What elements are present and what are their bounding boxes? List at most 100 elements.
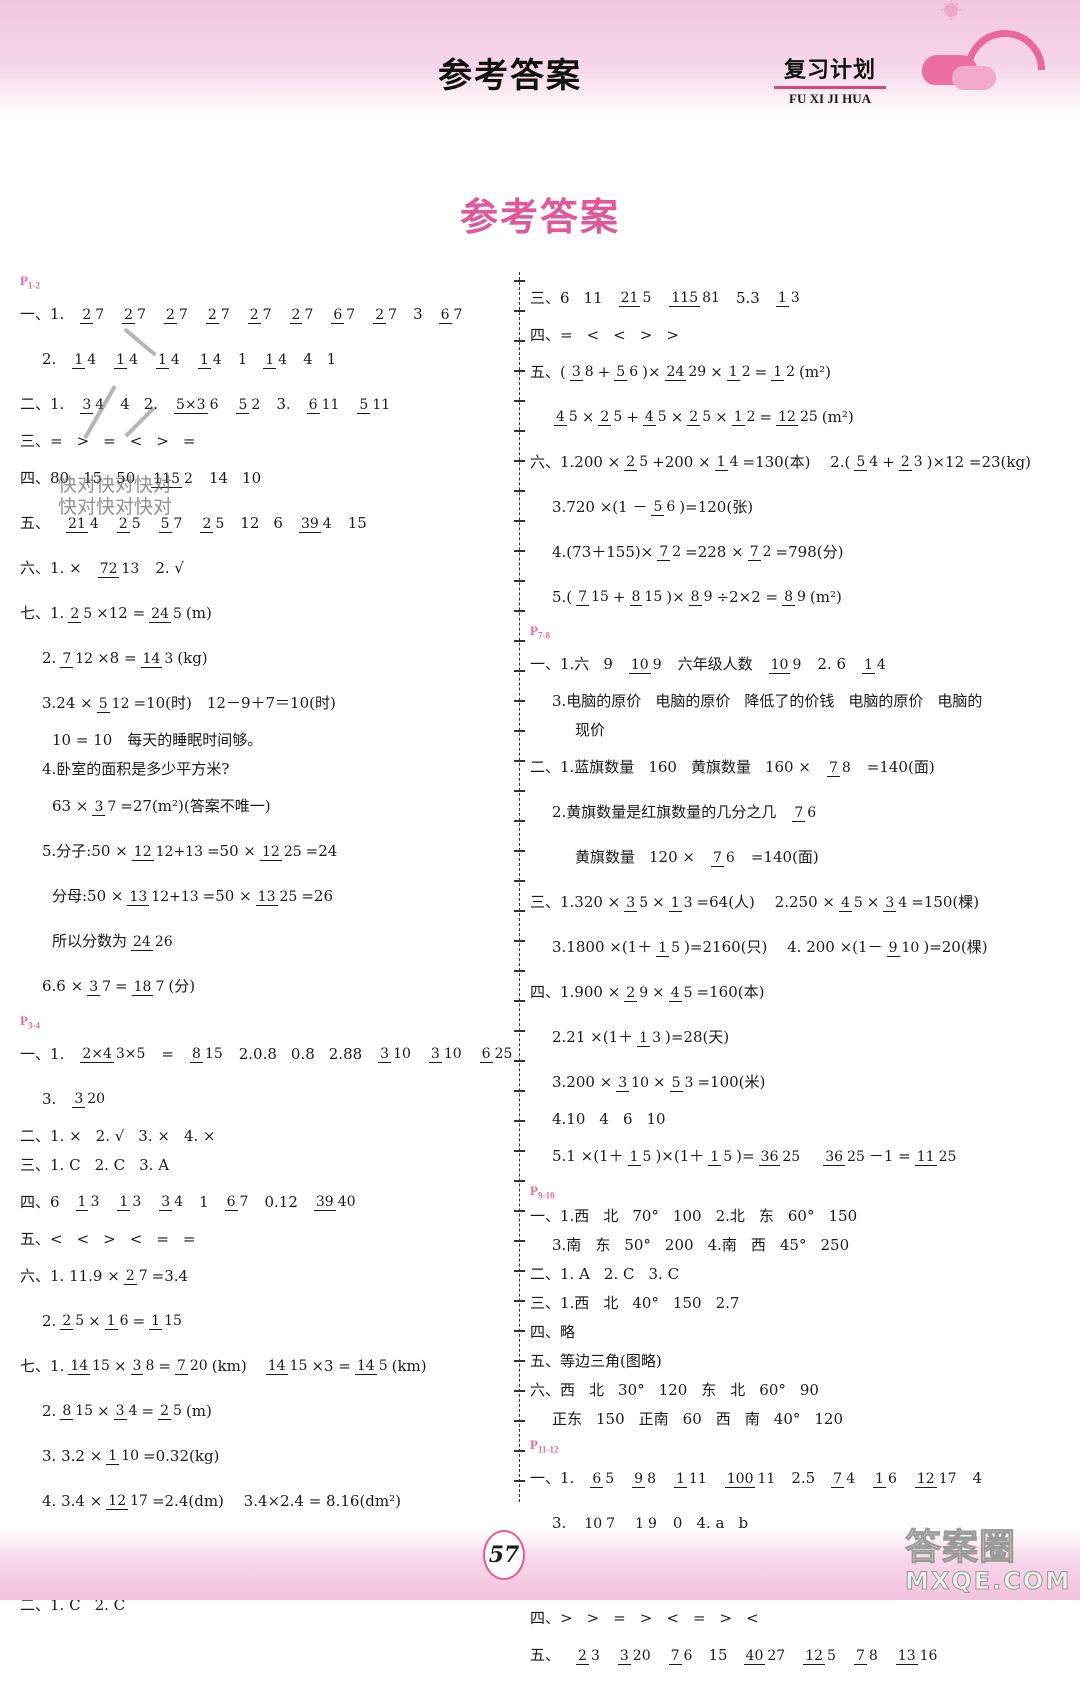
answer-line: 3.1800 ×(1＋ 1 5)=2160(只) 4. 200 ×(1－ 9 10)=2… [530, 930, 1050, 966]
answer-line: 所以分数为 24 26 [20, 924, 500, 960]
numerator: 4 [838, 894, 852, 912]
denominator: 4 [876, 656, 886, 673]
answer-text: (kg) [177, 649, 208, 668]
denominator: 5 [75, 1313, 85, 1330]
answer-text: =50 × [202, 887, 252, 906]
answer-text: 2. [42, 1401, 57, 1420]
fraction: 56 [614, 364, 640, 381]
numerator: 21 [66, 515, 88, 533]
answer-text: 四、1.900 × [530, 983, 621, 1002]
fraction: 29 [624, 984, 650, 1002]
answer-text: + [882, 452, 895, 471]
answer-text: =2.4(dm) 3.4×2.4 = 8.16(dm²) [151, 1491, 401, 1510]
answer-line: 2. 7 12 ×8 = 14 3 (kg) [20, 641, 500, 677]
denominator: 7 [95, 306, 105, 323]
answer-text: =10(时) 12－9＋7＝10(时) [133, 694, 336, 713]
numerator: 1 [708, 1148, 722, 1166]
answer-text: 4.南 [707, 1235, 737, 1254]
divider-tick [514, 880, 525, 882]
denominator: 5 [639, 454, 649, 470]
answer-text: )× [666, 587, 685, 606]
numerator: 7 [60, 650, 74, 668]
answer-text: 12 [240, 514, 260, 533]
denominator: 9 [797, 589, 806, 605]
answer-text: 二、1. [20, 395, 65, 414]
series-title: 复习计划 [783, 57, 876, 83]
numerator: 3 [569, 364, 583, 381]
fraction: 3 20 [617, 1647, 653, 1665]
answer-text: ×3 = [311, 1356, 351, 1375]
numerator: 1 [72, 351, 86, 369]
answer-line: 四、> > = > < = > < [530, 1609, 1050, 1629]
divider-tick [514, 1450, 525, 1452]
fraction: 12 [771, 364, 797, 381]
numerator: 12 [914, 1470, 937, 1488]
fraction: 25 [158, 1403, 184, 1421]
fraction: 25 [624, 454, 650, 471]
answer-text: 150 [828, 1206, 858, 1225]
fraction: 16 [104, 1313, 131, 1331]
answer-text: 4.10 [552, 1110, 586, 1129]
answer-text: )=2160(只) 4. 200 ×(1－ [684, 938, 883, 957]
fraction: 3 10 [428, 1046, 464, 1064]
fraction: 1 11 [674, 1470, 709, 1488]
answer-text: 2. C [603, 1264, 635, 1283]
answer-text: 2.7 [715, 1293, 740, 1312]
denominator: 5 [657, 409, 667, 425]
numerator: 1 [873, 1470, 886, 1488]
divider-tick [514, 940, 525, 942]
answer-line: 4.10 4 6 10 [530, 1110, 1050, 1130]
answer-text: 15 [347, 514, 367, 533]
answer-text: =0.32(kg) [143, 1446, 220, 1465]
answer-text: 电脑的 [937, 692, 983, 711]
answer-text: 50 [116, 469, 136, 488]
answer-text: 160 [648, 758, 677, 777]
numerator: 12 [259, 843, 282, 861]
answer-text: 120 × [649, 848, 695, 867]
denominator: 12+13 [155, 843, 203, 860]
answer-text: 二、1.蓝旗数量 [530, 758, 635, 777]
fraction: 39 40 [313, 1194, 358, 1212]
numerator: 1 [263, 351, 277, 369]
page-range-heading: P9-10 [530, 1184, 1050, 1201]
denominator: 4 [87, 351, 97, 368]
answer-text: 西 [715, 1409, 731, 1428]
denominator: 5 [131, 515, 141, 532]
denominator: 8 [647, 1470, 656, 1487]
answer-text: 4 [599, 1110, 609, 1129]
numerator: 1 [668, 894, 682, 912]
answer-text: 六、西 [530, 1380, 576, 1399]
answer-text: < [129, 432, 143, 451]
answer-text: 东 [758, 1206, 774, 1225]
answer-text: 3. × [138, 1126, 170, 1145]
denominator: 4 [729, 454, 739, 470]
numerator: 7 [826, 759, 840, 777]
fraction: 12 [726, 364, 753, 381]
numerator: 6 [331, 306, 345, 324]
answer-text: × [670, 407, 684, 426]
answer-text: 5.1 ×(1＋ [552, 1147, 624, 1166]
answer-text: (分) [168, 977, 196, 996]
numerator: 3 [159, 1194, 173, 1212]
answer-text: 30° [618, 1380, 645, 1399]
answer-text: 2. [42, 350, 57, 369]
answer-text: 60° [759, 1380, 786, 1399]
denominator: 25 [799, 409, 818, 425]
denominator: 7 [220, 306, 230, 323]
fraction: 25 [68, 605, 94, 623]
answer-text: =130(本) 2.( [742, 452, 851, 471]
answer-text: 3.电脑的原价 [552, 692, 642, 711]
answer-line: 四、1.900 × 2 9 × 4 5 =160(本) [530, 975, 1050, 1011]
answer-text: × [710, 362, 723, 381]
fraction: 25 [687, 409, 713, 426]
numerator: 9 [632, 1470, 646, 1488]
fraction: 10 9 [768, 656, 804, 674]
answer-line: 4 5 × 2 5 +4 5 × 2 5 × 1 2 = 12 25 (m²) [530, 399, 1050, 435]
answer-text: 一、1. [20, 305, 65, 324]
answer-line: 四、略 [530, 1322, 1050, 1342]
numerator: 8 [782, 589, 795, 606]
page-range-sub: 7-8 [537, 630, 550, 641]
answer-line: 现价 [530, 721, 1050, 741]
page-range-sub: 11-12 [537, 1444, 559, 1455]
answer-line: 4. 3.4 × 12 17 =2.4(dm) 3.4×2.4 = 8.16(dm²) [20, 1483, 500, 1519]
